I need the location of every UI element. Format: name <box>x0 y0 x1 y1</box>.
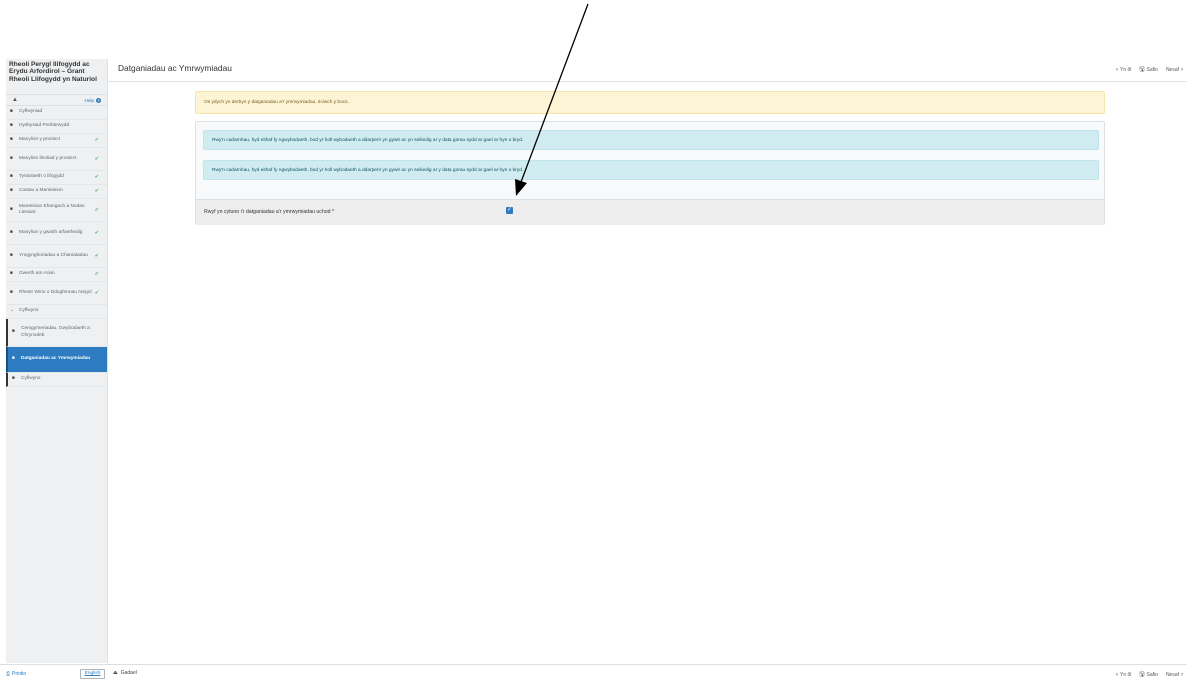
logout-label: Gadael <box>120 670 137 676</box>
sidebar-item[interactable]: ■ Manylion y gwaith arfaethedig ✔ <box>6 222 107 245</box>
nav-item-label: Cemgymeriadau, Gwybodaeth a Chrynodeb <box>21 326 90 338</box>
completed-check-icon: ✔ <box>94 271 99 278</box>
nav-item-label: Rhestr Wirio o Ddogfennau Ategol <box>19 289 92 295</box>
sidebar-group-submit[interactable]: ⌄ Cyflwyno <box>6 305 107 319</box>
sidebar-item[interactable]: ■ Costau a Manteision ✔ <box>6 185 107 199</box>
completed-check-icon: ✔ <box>94 155 99 162</box>
nav-item-label: Manteision Ehangach a Nodau Llesiant <box>19 203 85 215</box>
back-button[interactable]: ‹ Yn ôl <box>1116 65 1131 75</box>
completed-check-icon: ✔ <box>94 289 99 296</box>
sidebar-nav-list: ■ Cyflwyniad ■ Hysbysiad Preifatrwydd ■ Manyl… <box>6 106 107 387</box>
chevron-right-icon: › <box>1181 672 1183 678</box>
agree-checkbox[interactable]: ✓ <box>506 207 513 214</box>
sidebar-item[interactable]: ■ Ymgynghoriadau a Chaniatadau ✔ <box>6 245 107 268</box>
back-label: Yn ôl <box>1120 672 1132 678</box>
sidebar: Rheoli Perygl llifogydd ac Erydu Arfordi… <box>6 59 108 663</box>
sidebar-item[interactable]: ■ Manylion y prosiect ✔ <box>6 134 107 148</box>
nav-item-label: Manylion y gwaith arfaethedig <box>19 229 83 235</box>
language-toggle-button[interactable]: English <box>80 669 105 679</box>
print-label: Printio <box>12 671 27 677</box>
save-button[interactable]: 🖫 Safio <box>1139 670 1158 680</box>
nav-item-label: Cyflwyno <box>21 376 41 382</box>
logout-button[interactable]: ⏏ Gadael <box>113 670 137 676</box>
help-label: Help <box>84 97 94 103</box>
help-link[interactable]: Help ? <box>84 97 101 103</box>
completed-check-icon: ✔ <box>94 252 99 259</box>
declaration-statement: Rwy'n cadarnhau, hyd eithaf fy ngwybodae… <box>203 130 1099 150</box>
chevron-left-icon: ‹ <box>1116 672 1118 678</box>
next-label: Nesaf <box>1165 67 1179 73</box>
nav-item-label: Datganiadau ac Ymrwymiadau <box>21 356 91 362</box>
save-label: Safio <box>1146 67 1158 73</box>
agree-row: Rwyf yn cytuno i'r datganiadau a'r ymrwy… <box>196 199 1104 225</box>
bottom-navigation: ‹ Yn ôl 🖫 Safio Nesaf › <box>1116 670 1183 680</box>
next-button[interactable]: Nesaf › <box>1166 65 1183 75</box>
form-title: Rheoli Perygl llifogydd ac Erydu Arfordi… <box>9 61 97 83</box>
completed-check-icon: ✔ <box>94 137 99 144</box>
save-button[interactable]: 🖫 Safio <box>1139 65 1158 75</box>
back-button[interactable]: ‹ Yn ôl <box>1116 670 1131 680</box>
completed-check-icon: ✔ <box>94 206 99 213</box>
chevron-left-icon: ‹ <box>1116 67 1118 73</box>
save-label: Safio <box>1146 672 1158 678</box>
back-label: Yn ôl <box>1120 67 1132 73</box>
completed-check-icon: ✔ <box>94 188 99 195</box>
sidebar-item[interactable]: ■ Rhestr Wirio o Ddogfennau Ategol ✔ <box>6 282 107 305</box>
nav-item-label: Tystiolaeth o lifogydd <box>19 174 64 180</box>
question-circle-icon: ? <box>96 97 101 103</box>
nav-item-label: Manylion lleoliad y prosiect <box>19 155 77 161</box>
nav-item-label: Ymgynghoriadau a Chaniatadau <box>19 252 88 258</box>
nav-item-label: Cyflwyniad <box>19 109 43 115</box>
save-icon: 🖫 <box>1139 672 1145 678</box>
sidebar-subitem[interactable]: ■ Cemgymeriadau, Gwybodaeth a Chrynodeb <box>6 319 107 347</box>
completed-check-icon: ✔ <box>94 229 99 236</box>
sidebar-item[interactable]: ■ Hysbysiad Preifatrwydd <box>6 120 107 134</box>
save-icon: 🖫 <box>1139 67 1145 73</box>
completed-check-icon: ✔ <box>94 174 99 181</box>
nav-item-label: Cyflwyno <box>19 308 39 314</box>
next-label: Nesaf <box>1165 672 1179 678</box>
next-button[interactable]: Nesaf › <box>1166 670 1183 680</box>
agree-label: Rwyf yn cytuno i'r datganiadau a'r ymrwy… <box>204 209 335 215</box>
nav-item-label: Gwerth am Arian <box>19 271 55 277</box>
top-navigation: ‹ Yn ôl 🖫 Safio Nesaf › <box>1116 65 1183 75</box>
instruction-alert: Os ydych yn derbyn y datganiadau a'r ymr… <box>195 91 1105 114</box>
print-link[interactable]: ⎙ Printio <box>6 671 26 677</box>
declaration-statement: Rwy'n cadarnhau, hyd eithaf fy ngwybodae… <box>203 160 1099 180</box>
sidebar-item[interactable]: ■ Manteision Ehangach a Nodau Llesiant ✔ <box>6 199 107 222</box>
chevron-right-icon: › <box>1181 67 1183 73</box>
sidebar-item[interactable]: ■ Manylion lleoliad y prosiect ✔ <box>6 148 107 171</box>
sidebar-subitem[interactable]: ■ Datganiadau ac Ymrwymiadau <box>6 347 107 373</box>
sidebar-item[interactable]: ■ Gwerth am Arian ✔ <box>6 268 107 282</box>
collapse-up-icon[interactable]: ▲ <box>12 97 18 103</box>
sidebar-toolbar: ▲ Help ? <box>6 94 107 106</box>
sidebar-subitem[interactable]: ■ Cyflwyno <box>6 373 107 387</box>
page-header: Datganiadau ac Ymrwymiadau ‹ Yn ôl 🖫 Safio… <box>108 59 1187 82</box>
printer-icon: ⎙ <box>6 671 11 677</box>
checkmark-icon: ✓ <box>506 207 513 213</box>
app-window: Rheoli Perygl llifogydd ac Erydu Arfordi… <box>0 0 1187 681</box>
nav-item-label: Hysbysiad Preifatrwydd <box>19 123 70 129</box>
declarations-panel: Rwy'n cadarnhau, hyd eithaf fy ngwybodae… <box>195 121 1105 225</box>
page-title: Datganiadau ac Ymrwymiadau <box>118 63 232 73</box>
sidebar-item[interactable]: ■ Cyflwyniad <box>6 106 107 120</box>
nav-item-label: Manylion y prosiect <box>19 137 61 143</box>
page-footer: ⎙ Printio English ⏏ Gadael ‹ Yn ôl 🖫 Safio N… <box>0 664 1187 681</box>
nav-item-label: Costau a Manteision <box>19 188 63 194</box>
logout-icon: ⏏ <box>113 670 118 676</box>
sidebar-item[interactable]: ■ Tystiolaeth o lifogydd ✔ <box>6 171 107 185</box>
